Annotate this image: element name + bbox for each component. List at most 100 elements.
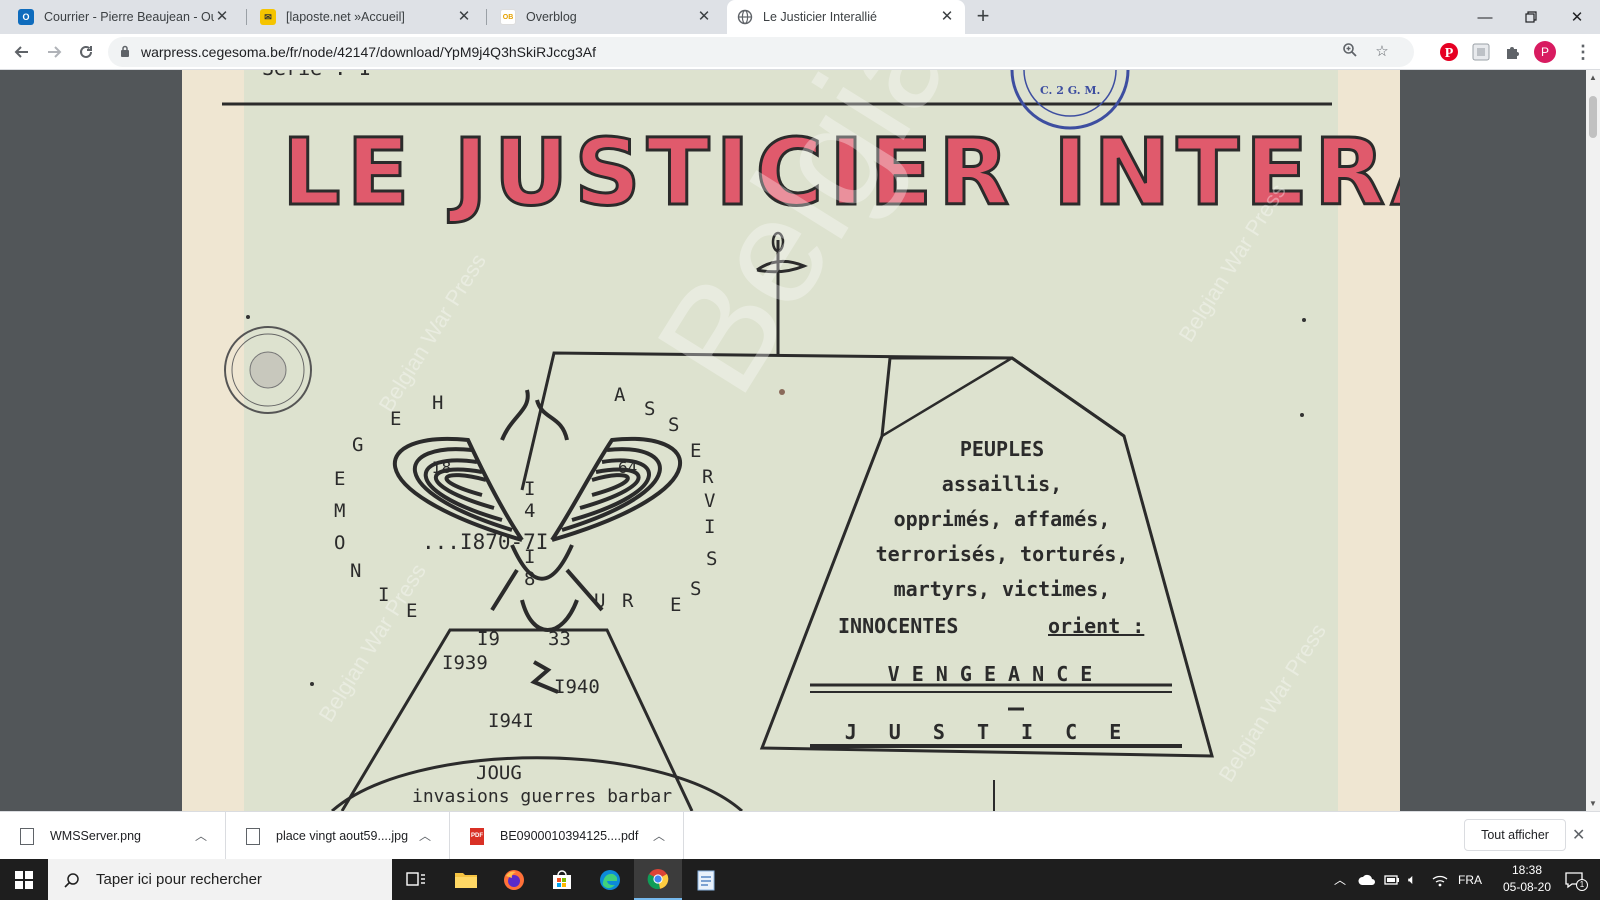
tab-separator <box>486 9 487 25</box>
profile-initial: P <box>1540 45 1549 59</box>
close-window-button[interactable]: ✕ <box>1554 0 1600 34</box>
arc-letter-right: E <box>690 440 702 462</box>
profile-avatar[interactable]: P <box>1534 41 1556 63</box>
close-tab-icon[interactable]: ✕ <box>214 9 230 25</box>
download-filename: BE0900010394125....pdf <box>500 829 639 843</box>
bookmark-star-icon[interactable]: ☆ <box>1372 42 1392 62</box>
microsoft-store-icon[interactable] <box>538 859 586 900</box>
task-view-icon[interactable] <box>392 859 440 900</box>
forward-arrow-icon <box>48 46 62 58</box>
url-text[interactable]: warpress.cegesoma.be/fr/node/42147/downl… <box>141 44 596 60</box>
reload-button[interactable] <box>72 38 100 66</box>
arc-letter-right: R <box>622 590 634 612</box>
taskbar-clock[interactable]: 18:38 05-08-20 <box>1492 862 1562 896</box>
restore-icon <box>1525 11 1537 23</box>
chrome-icon[interactable] <box>634 859 682 900</box>
house-text: PEUPLES assaillis, opprimés, affamés, te… <box>842 432 1162 607</box>
file-explorer-icon[interactable] <box>442 859 490 900</box>
minimize-button[interactable]: — <box>1462 0 1508 34</box>
firefox-icon[interactable] <box>490 859 538 900</box>
orient-text: orient : <box>1048 614 1145 638</box>
language-indicator[interactable]: FRA <box>1458 859 1482 900</box>
start-button[interactable] <box>0 859 48 900</box>
chevron-up-icon[interactable]: ︿ <box>419 827 431 844</box>
forward-button[interactable] <box>40 38 68 66</box>
document-page: Serie : 1 C. 2 G. M. LE JUSTICIER INTERA… <box>182 70 1400 811</box>
show-all-downloads-button[interactable]: Tout afficher <box>1464 819 1566 851</box>
close-tab-icon[interactable]: ✕ <box>456 9 472 25</box>
house-line: assaillis, <box>941 472 1063 496</box>
close-download-bar-icon[interactable]: ✕ <box>1572 825 1585 845</box>
house-line: PEUPLES <box>959 437 1045 461</box>
vengeance-text: V E N G E A N C E <box>887 662 1093 686</box>
battery-icon[interactable] <box>1384 859 1400 900</box>
vertical-scrollbar[interactable]: ▲ ▼ <box>1586 70 1600 811</box>
tray-chevron-icon[interactable]: ︿ <box>1334 859 1346 900</box>
wifi-icon[interactable] <box>1432 859 1448 900</box>
search-icon <box>64 872 79 888</box>
download-item[interactable]: place vingt aout59....jpg ︿ <box>226 812 450 860</box>
chevron-up-icon[interactable]: ︿ <box>195 827 207 844</box>
notepad-app-icon[interactable] <box>682 859 730 900</box>
windows-logo-icon <box>15 870 33 889</box>
house-line: opprimés, affamés, <box>893 507 1111 531</box>
download-filename: WMSServer.png <box>50 829 142 843</box>
volume-icon[interactable]: 🔈︎ <box>1408 859 1416 900</box>
extensions-puzzle-icon[interactable] <box>1502 41 1524 63</box>
edge-icon[interactable] <box>586 859 634 900</box>
scroll-down-icon[interactable]: ▼ <box>1589 799 1597 808</box>
extension-tile-icon[interactable] <box>1470 41 1492 63</box>
arc-letter-right: S <box>706 548 718 570</box>
center-letter: I <box>524 478 536 500</box>
tab-strip: O Courrier - Pierre Beaujean - Outlo ✕ ✉… <box>0 0 1600 34</box>
arc-letter-right: I <box>704 516 716 538</box>
download-item[interactable]: WMSServer.png ︿ <box>0 812 226 860</box>
arc-letter-left: H <box>432 392 444 414</box>
scroll-up-icon[interactable]: ▲ <box>1589 73 1597 82</box>
svg-text:P: P <box>1445 46 1454 61</box>
globe-icon <box>737 9 753 25</box>
tab-laposte[interactable]: ✉ [laposte.net »Accueil] ✕ <box>250 0 482 34</box>
stamp-text: C. 2 G. M. <box>1040 84 1101 97</box>
scrollbar-thumb[interactable] <box>1589 96 1597 138</box>
outlook-icon: O <box>18 9 34 25</box>
windows-taskbar: Taper ici pour rechercher ︿ 🔈︎ FRA 18:38… <box>0 859 1600 900</box>
chevron-up-icon[interactable]: ︿ <box>653 827 665 844</box>
tab-overblog[interactable]: OB Overblog ✕ <box>490 0 722 34</box>
year-label: I940 <box>554 676 600 698</box>
restore-button[interactable] <box>1508 0 1554 34</box>
year-label: I9 <box>477 628 500 650</box>
tab-outlook[interactable]: O Courrier - Pierre Beaujean - Outlo ✕ <box>8 0 240 34</box>
zoom-icon[interactable] <box>1340 42 1360 62</box>
innocentes-text: INNOCENTES <box>838 614 959 638</box>
file-icon <box>20 827 34 845</box>
address-bar[interactable]: warpress.cegesoma.be/fr/node/42147/downl… <box>108 37 1414 67</box>
download-item[interactable]: PDF BE0900010394125....pdf ︿ <box>450 812 684 860</box>
back-button[interactable] <box>8 38 36 66</box>
tab-justicier[interactable]: Le Justicier Interallié ✕ <box>727 0 965 34</box>
close-tab-icon[interactable]: ✕ <box>696 9 712 25</box>
arc-letter-right: S <box>690 578 702 600</box>
tab-title: Courrier - Pierre Beaujean - Outlo <box>44 10 214 24</box>
arc-letter-left: N <box>350 560 362 582</box>
taskbar-search[interactable]: Taper ici pour rechercher <box>48 859 392 900</box>
year-label: I94I <box>488 710 534 732</box>
close-tab-icon[interactable]: ✕ <box>939 9 955 25</box>
arc-letter-right: E <box>670 594 682 616</box>
onedrive-icon[interactable] <box>1358 859 1376 900</box>
document-viewer[interactable]: Serie : 1 C. 2 G. M. LE JUSTICIER INTERA… <box>0 70 1586 811</box>
notification-center-icon[interactable]: 1 <box>1564 859 1588 900</box>
new-tab-button[interactable]: + <box>970 4 996 30</box>
joug-label: JOUG <box>476 762 522 784</box>
browser-toolbar: warpress.cegesoma.be/fr/node/42147/downl… <box>0 34 1600 70</box>
overblog-icon: OB <box>500 9 516 25</box>
pinterest-icon[interactable]: P <box>1438 41 1460 63</box>
tab-separator <box>246 9 247 25</box>
arc-letter-left: M <box>334 500 346 522</box>
browser-menu-icon[interactable]: ⋮ <box>1572 41 1594 63</box>
arc-letter-left: G <box>352 434 364 456</box>
pdf-file-icon: PDF <box>470 827 484 845</box>
laposte-mail-icon: ✉ <box>260 9 276 25</box>
notification-badge: 1 <box>1576 879 1588 891</box>
lock-icon <box>121 45 129 57</box>
